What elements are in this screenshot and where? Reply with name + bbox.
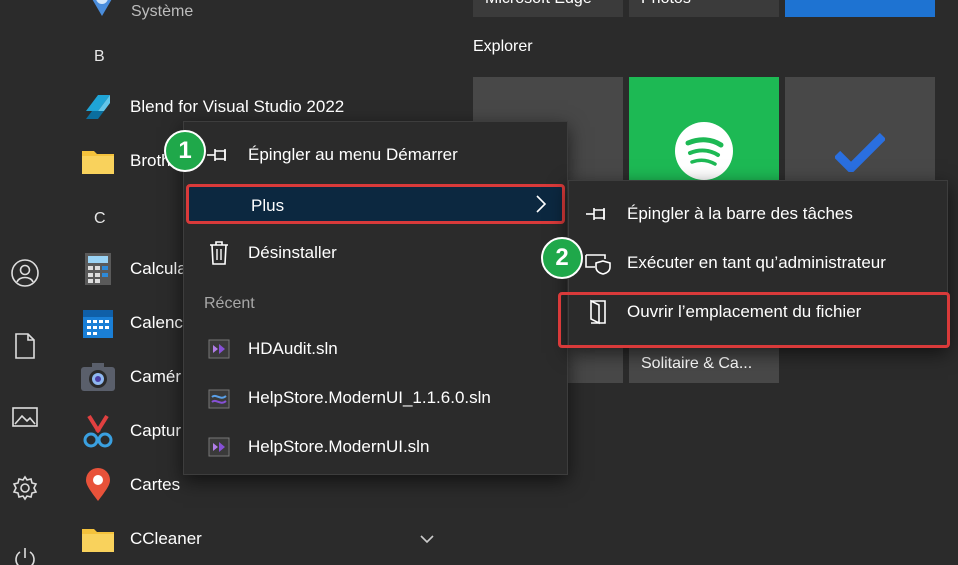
pictures-icon[interactable] [10,402,40,432]
app-label-blend: Blend for Visual Studio 2022 [130,97,345,116]
menu-item-pin-start[interactable]: Épingler au menu Démarrer [184,132,567,178]
visual-studio-solution-icon [206,336,232,362]
menu-item-plus[interactable]: Plus [186,184,565,224]
recent-label-helpstore-116: HelpStore.ModernUI_1.1.6.0.sln [248,388,491,407]
chevron-right-icon [534,194,548,219]
recent-item-helpstore-116[interactable]: HelpStore.ModernUI_1.1.6.0.sln [184,375,567,421]
submenu-item-run-admin[interactable]: Exécuter en tant qu’administrateur [569,240,947,286]
context-menu: Épingler au menu Démarrer Plus Désinstal… [183,121,568,475]
tile-solitaire[interactable]: Solitaire & Ca... [629,345,779,383]
app-label-cartes: Cartes [130,475,181,494]
tile-label-solitaire: Solitaire & Ca... [641,355,753,372]
recent-label-hdaudit: HDAudit.sln [248,339,338,358]
system-app-icon [84,0,120,24]
visual-studio-solution-icon [206,385,232,411]
highlight-box-open-location [558,292,950,348]
power-icon[interactable] [10,543,40,565]
app-item-camera[interactable]: Camér [80,357,181,397]
submenu-label-pin-taskbar: Épingler à la barre des tâches [627,204,853,223]
folder-icon [80,521,116,557]
spotify-icon [674,121,734,186]
maps-pin-icon [80,467,116,503]
app-label-calculator: Calcula [130,259,187,278]
app-item-capture[interactable]: Captur [80,411,181,451]
tile-label-edge: Microsoft Edge [485,0,592,8]
submenu-label-run-admin: Exécuter en tant qu’administrateur [627,253,886,272]
submenu-item-pin-taskbar[interactable]: Épingler à la barre des tâches [569,191,947,237]
app-item-calendar[interactable]: Calenc [80,303,183,343]
app-label-ccleaner: CCleaner [130,529,202,548]
tile-edge[interactable]: Microsoft Edge [473,0,623,17]
app-label-calendar: Calenc [130,313,183,332]
tiles-group-explorer[interactable]: Explorer [473,38,533,56]
app-item-calculator[interactable]: Calcula [80,249,187,289]
camera-icon [80,359,116,395]
recent-section-header: Récent [204,295,255,312]
letter-header-b[interactable]: B [94,48,105,66]
system-subtext: Système [131,3,194,20]
visual-studio-solution-icon [206,434,232,460]
calendar-icon [80,305,116,341]
checkmark-icon [833,132,887,177]
app-item-cartes[interactable]: Cartes [80,465,180,505]
menu-label-uninstall: Désinstaller [248,243,337,262]
letter-header-c[interactable]: C [94,210,106,228]
folder-icon [80,143,116,179]
menu-label-pin-start: Épingler au menu Démarrer [248,145,458,164]
trash-icon [206,240,232,266]
menu-label-plus: Plus [251,196,285,215]
plus-submenu: Épingler à la barre des tâches Exécuter … [558,180,950,348]
admin-shield-icon [585,250,611,276]
chevron-down-icon[interactable] [420,531,434,549]
recent-item-helpstore[interactable]: HelpStore.ModernUI.sln [184,424,567,470]
settings-gear-icon[interactable] [10,473,40,503]
recent-item-hdaudit[interactable]: HDAudit.sln [184,326,567,372]
user-account-icon[interactable] [10,258,40,288]
pin-icon [585,201,611,227]
app-item-brother[interactable]: Broth [80,141,171,181]
tile-blue-top[interactable] [785,0,935,17]
step-badge-2: 2 [541,237,583,279]
start-left-rail [0,0,50,565]
app-label-capture: Captur [130,421,182,440]
blend-icon [80,89,116,125]
app-item-ccleaner[interactable]: CCleaner [80,519,202,559]
tile-label-photos: Photos [641,0,691,8]
recent-label-helpstore: HelpStore.ModernUI.sln [248,437,430,456]
app-label-camera: Camér [130,367,182,386]
documents-icon[interactable] [10,331,40,361]
snipping-tool-icon [80,413,116,449]
pin-icon [206,142,232,168]
menu-item-uninstall[interactable]: Désinstaller [184,230,567,276]
tile-photos[interactable]: Photos [629,0,779,17]
step-badge-1: 1 [164,130,206,172]
calculator-icon [80,251,116,287]
